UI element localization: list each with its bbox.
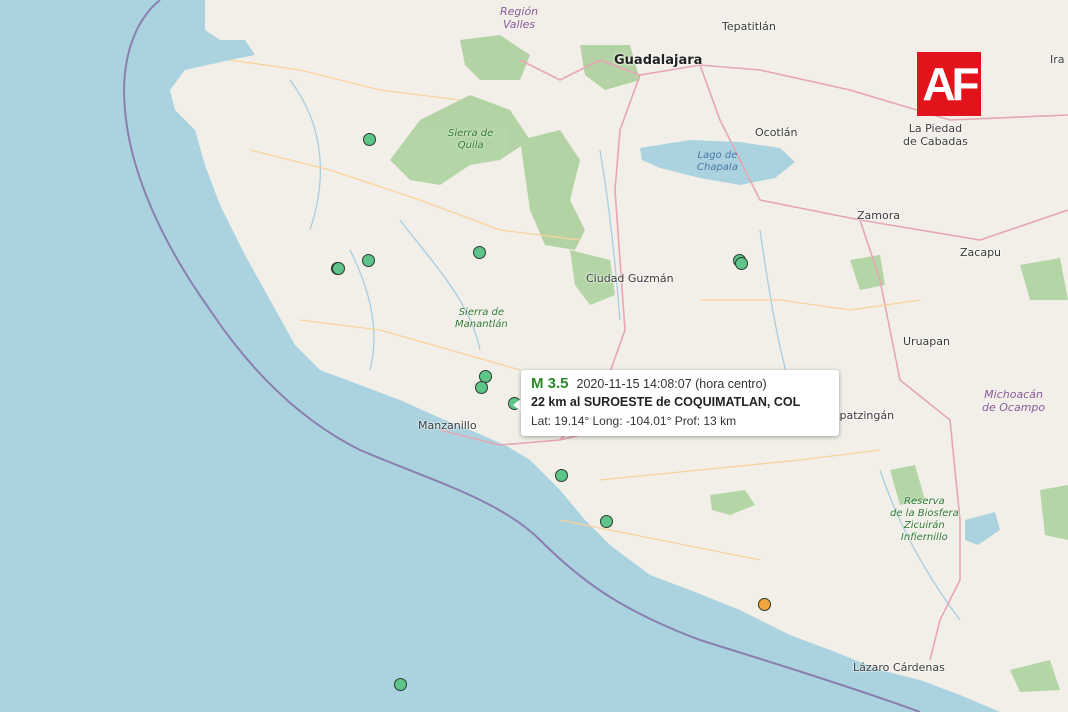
earthquake-popup[interactable]: M 3.5 2020-11-15 14:08:07 (hora centro) 2… [521, 370, 839, 436]
region-label-michoacan: Michoacán de Ocampo [982, 388, 1046, 414]
place-label-tepatitlan: Tepatitlán [722, 20, 776, 33]
earthquake-marker[interactable] [472, 245, 486, 259]
popup-location: 22 km al SUROESTE de COQUIMATLAN, COL [531, 395, 801, 409]
lake-label-chapala: Lago de Chapala [697, 150, 738, 173]
earthquake-marker[interactable] [331, 262, 345, 276]
place-label-ira: Ira [1050, 53, 1065, 66]
park-label-sierra-quila: Sierra de Quila [448, 128, 494, 151]
region-label-valles: Región Valles [500, 5, 539, 31]
earthquake-marker[interactable] [393, 677, 407, 691]
park-label-sierra-manantlan: Sierra de Manantlán [455, 307, 508, 330]
place-label-apatzingan: Apatzingán [832, 409, 895, 422]
place-label-ciudad-guzman: Ciudad Guzmán [586, 272, 674, 285]
popup-datetime: 2020-11-15 14:08:07 (hora centro) [576, 377, 767, 391]
af-logo: AF [917, 52, 981, 116]
popup-magnitude: M 3.5 [531, 375, 569, 392]
place-label-la-piedad: La Piedad de Cabadas [903, 122, 968, 148]
place-label-manzanillo: Manzanillo [418, 419, 477, 432]
earthquake-marker[interactable] [555, 468, 569, 482]
place-label-ocotlan: Ocotlán [755, 126, 798, 139]
place-label-zamora: Zamora [857, 209, 900, 222]
place-label-zacapu: Zacapu [960, 246, 1002, 259]
popup-header: M 3.5 2020-11-15 14:08:07 (hora centro) [531, 375, 829, 393]
place-label-uruapan: Uruapan [903, 335, 950, 348]
map-canvas[interactable] [0, 0, 1068, 712]
earthquake-marker[interactable] [475, 380, 489, 394]
park-label-reserva-biosfera: Reserva de la Biosfera Zicuirán Infierni… [890, 496, 959, 543]
earthquake-marker[interactable] [758, 597, 772, 611]
place-label-lazaro-cardenas: Lázaro Cárdenas [853, 661, 945, 674]
earthquake-marker[interactable] [735, 256, 749, 270]
place-label-guadalajara: Guadalajara [614, 53, 703, 68]
popup-coordinates: Lat: 19.14° Long: -104.01° Prof: 13 km [531, 414, 737, 428]
